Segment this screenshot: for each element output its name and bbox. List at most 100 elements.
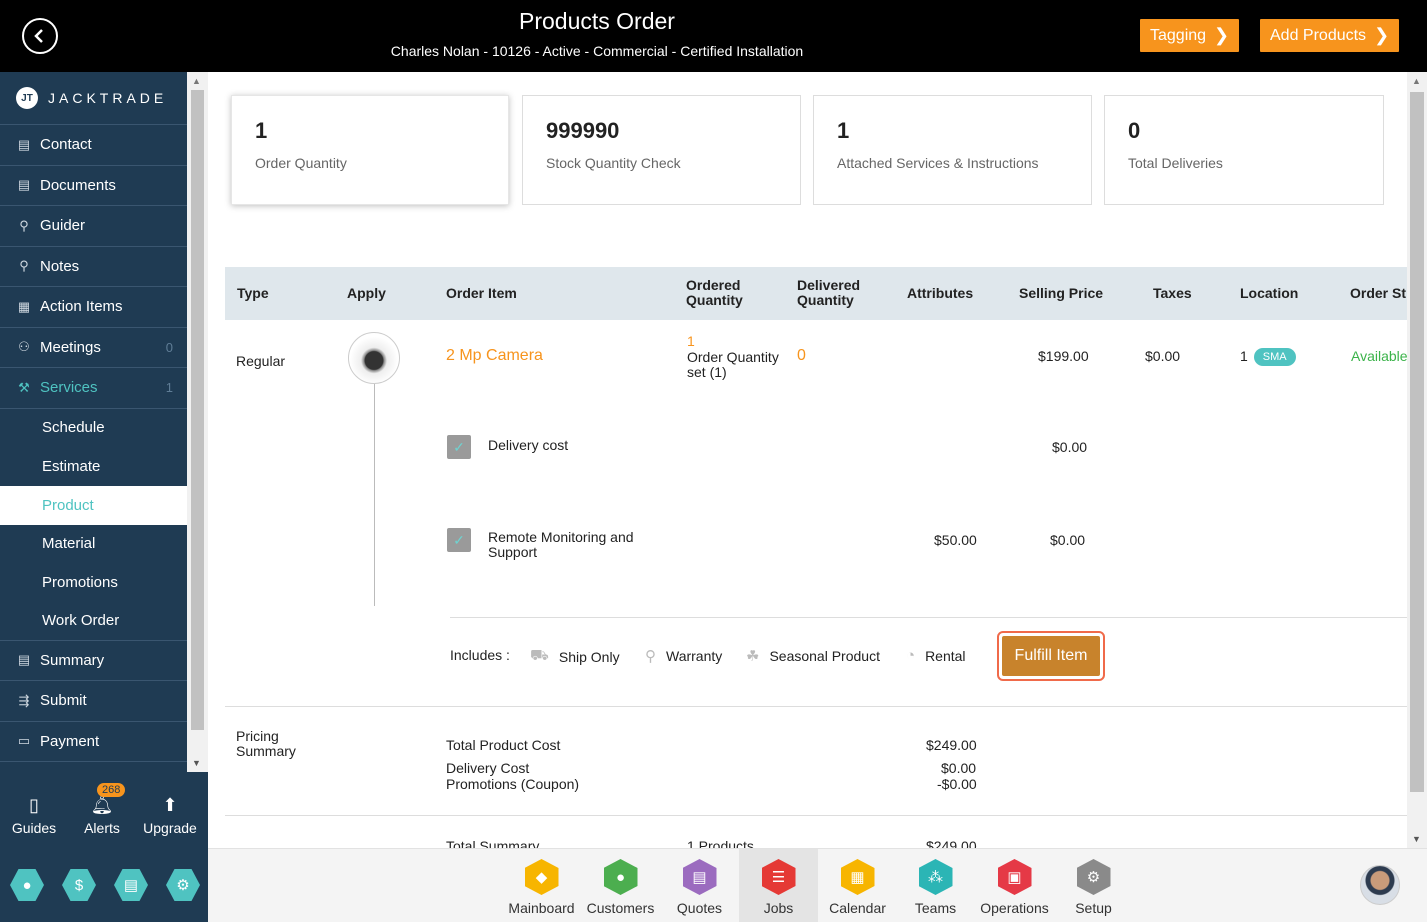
scroll-up-icon[interactable]: ▲: [192, 76, 201, 86]
total-summary-value: $249.00: [926, 838, 977, 848]
pricing-summary-title: Pricing Summary: [236, 728, 296, 759]
delivery-cost-summary-label: Delivery Cost: [446, 760, 530, 776]
summary-card-attached-services[interactable]: 1 Attached Services & Instructions: [813, 95, 1092, 205]
notes-icon: ⚲: [19, 258, 29, 274]
nav-setup[interactable]: ⚙ Setup: [1054, 849, 1133, 922]
taxes-value: $0.00: [1145, 348, 1181, 364]
sidebar-subitem-schedule[interactable]: Schedule: [0, 409, 187, 448]
sidebar-scrollbar[interactable]: ▲ ▼: [187, 72, 208, 772]
jobs-icon: ☰: [761, 859, 796, 895]
user-hex-icon[interactable]: ●: [10, 869, 44, 901]
summary-icon: ▤: [17, 652, 31, 668]
nav-teams[interactable]: ⁂ Teams: [896, 849, 975, 922]
nav-mainboard[interactable]: ◆ Mainboard: [502, 849, 581, 922]
total-summary-label: Total Summary: [446, 838, 540, 848]
bottom-navigation: ◆ Mainboard ● Customers ▤ Quotes ☰ Jobs …: [208, 848, 1427, 922]
mainboard-icon: ◆: [524, 859, 559, 895]
remote-monitoring-price: $0.00: [1050, 532, 1086, 548]
summary-card-order-quantity[interactable]: 1 Order Quantity: [231, 95, 509, 205]
delivery-cost-summary-value: $0.00: [941, 760, 977, 776]
total-product-cost-label: Total Product Cost: [446, 737, 561, 753]
sidebar-item-meetings[interactable]: ⚇ Meetings 0: [0, 328, 187, 368]
sidebar-item-action-items[interactable]: ▦ Action Items: [0, 287, 187, 328]
include-rental: ◔ Rental: [906, 647, 966, 664]
operations-icon: ▣: [997, 859, 1032, 895]
scroll-up-icon[interactable]: ▲: [1412, 76, 1421, 86]
setup-icon: ⚙: [1076, 859, 1111, 895]
fulfill-item-button[interactable]: Fulfill Item: [997, 631, 1105, 681]
submit-icon: ⇶: [18, 692, 30, 708]
summary-card-stock-quantity[interactable]: 999990 Stock Quantity Check: [522, 95, 801, 205]
add-products-button[interactable]: Add Products ❯: [1260, 19, 1400, 52]
ordered-quantity-value[interactable]: 1: [687, 333, 695, 349]
checkmark-icon: ✓: [453, 531, 465, 548]
alerts-count-badge: 268: [97, 783, 126, 797]
summary-card-total-deliveries[interactable]: 0 Total Deliveries: [1104, 95, 1384, 205]
sidebar-item-contact[interactable]: ▤ Contact: [0, 125, 187, 166]
checkmark-icon: ✓: [453, 438, 465, 455]
rental-icon: ◔: [906, 647, 916, 664]
remote-monitoring-checkbox[interactable]: ✓: [447, 528, 471, 552]
seasonal-icon: ☘: [746, 648, 760, 665]
col-attributes: Attributes: [907, 285, 974, 301]
warranty-icon: ⚲: [645, 648, 656, 665]
guider-icon: ⚲: [19, 217, 29, 233]
sidebar-item-guider[interactable]: ⚲ Guider: [0, 206, 187, 247]
sidebar-item-payment[interactable]: ▭ Payment: [0, 722, 187, 763]
guides-icon: ▯: [29, 794, 39, 815]
delivered-quantity-value[interactable]: 0: [797, 347, 806, 365]
chat-hex-icon[interactable]: ▤: [114, 869, 148, 901]
total-products-count: 1 Products: [687, 838, 754, 848]
sidebar-subitem-product[interactable]: Product: [0, 485, 187, 525]
documents-icon: ▤: [17, 177, 31, 193]
sidebar-subitem-material[interactable]: Material: [0, 525, 187, 564]
table-header: Type Apply Order Item Ordered Quantity De…: [225, 267, 1415, 320]
sidebar-item-submit[interactable]: ⇶ Submit: [0, 681, 187, 722]
sidebar-bottom: ▯ Guides 🔔︎ 268 Alerts ⬆ Upgrade ● $ ▤ ⚙: [0, 772, 208, 922]
dollar-hex-icon[interactable]: $: [62, 869, 96, 901]
services-icon: ⚒: [18, 379, 30, 395]
sidebar-subitem-promotions[interactable]: Promotions: [0, 563, 187, 602]
location-badge[interactable]: SMA: [1253, 348, 1296, 367]
sidebar-subitem-estimate[interactable]: Estimate: [0, 447, 187, 486]
nav-calendar[interactable]: ▦ Calendar: [818, 849, 897, 922]
sidebar-subitem-work-order[interactable]: Work Order: [0, 602, 187, 641]
main-content: 1 Order Quantity 999990 Stock Quantity C…: [208, 72, 1427, 848]
contact-icon: ▤: [17, 136, 31, 152]
include-seasonal-product: ☘ Seasonal Product: [746, 648, 880, 665]
main-scrollbar[interactable]: ▲ ▼: [1407, 72, 1427, 848]
camera-product-image: [348, 332, 400, 384]
sidebar-item-documents[interactable]: ▤ Documents: [0, 166, 187, 206]
guides-button[interactable]: ▯ Guides: [0, 790, 68, 837]
upgrade-button[interactable]: ⬆ Upgrade: [136, 790, 204, 837]
scroll-down-icon[interactable]: ▼: [192, 758, 201, 768]
col-selling-price: Selling Price: [1019, 285, 1104, 301]
order-item-link[interactable]: 2 Mp Camera: [446, 347, 543, 365]
sidebar-item-services[interactable]: ⚒ Services 1: [0, 368, 187, 409]
services-count: 1: [165, 380, 173, 396]
nav-operations[interactable]: ▣ Operations: [975, 849, 1054, 922]
alerts-button[interactable]: 🔔︎ 268 Alerts: [68, 783, 136, 836]
scroll-down-icon[interactable]: ▼: [1412, 834, 1421, 844]
tagging-button[interactable]: Tagging ❯: [1140, 19, 1240, 52]
user-avatar[interactable]: [1360, 865, 1400, 905]
sidebar-item-notes[interactable]: ⚲ Notes: [0, 247, 187, 287]
includes-label: Includes :: [450, 647, 510, 663]
divider: [225, 815, 1415, 816]
nav-jobs[interactable]: ☰ Jobs: [739, 849, 818, 922]
col-order-item: Order Item: [446, 285, 517, 301]
settings-hex-icon[interactable]: ⚙: [166, 869, 200, 901]
sidebar-item-summary[interactable]: ▤ Summary: [0, 641, 187, 682]
sidebar-scroll-thumb[interactable]: [191, 90, 204, 730]
nav-customers[interactable]: ● Customers: [581, 849, 660, 922]
nav-quotes[interactable]: ▤ Quotes: [660, 849, 739, 922]
delivery-cost-checkbox[interactable]: ✓: [447, 435, 471, 459]
brand-badge: JT: [16, 87, 38, 109]
calendar-icon: ▦: [840, 859, 875, 895]
ordered-quantity-note: Order Quantity set (1): [687, 349, 779, 380]
total-product-cost-value: $249.00: [926, 737, 977, 753]
action-items-icon: ▦: [17, 298, 31, 314]
main-scroll-thumb[interactable]: [1410, 92, 1424, 792]
delivery-cost-label: Delivery cost: [488, 437, 569, 453]
promotions-label: Promotions (Coupon): [446, 776, 580, 792]
